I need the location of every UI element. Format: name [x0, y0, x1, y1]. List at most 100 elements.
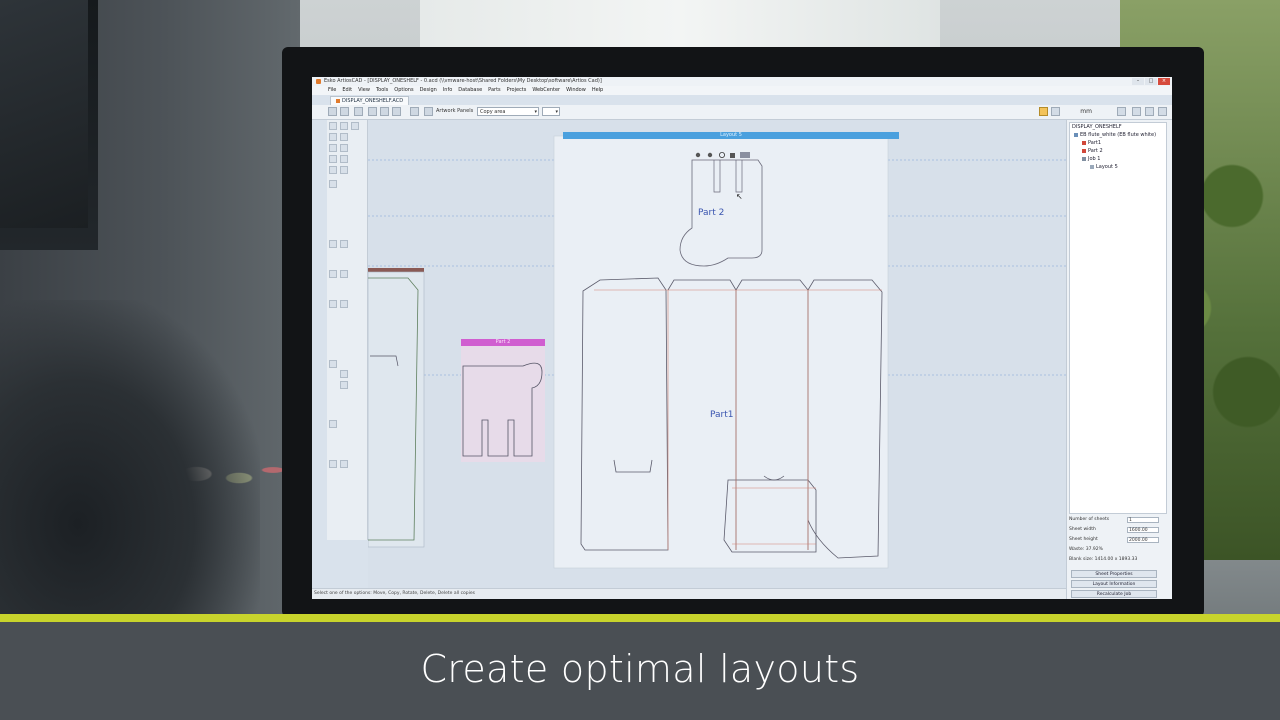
maximize-button[interactable]: □ [1145, 78, 1157, 85]
menu-options[interactable]: Options [394, 86, 413, 95]
corner-tool-icon[interactable] [340, 300, 348, 308]
tree-root-label: DISPLAY_ONESHELF [1072, 124, 1122, 130]
handle-icon[interactable] [707, 152, 713, 158]
tree-part2[interactable]: Part 2 [1082, 148, 1103, 154]
select-tool-icon[interactable] [329, 122, 337, 130]
layout-sheet-header: Layout 5 [720, 132, 742, 138]
menu-tools[interactable]: Tools [376, 86, 388, 95]
part2-preview-header: Part 2 [495, 339, 511, 345]
tree-job[interactable]: Job 1 [1082, 156, 1100, 162]
toolbar: Artwork Panels Copy area mm [312, 105, 1172, 120]
trim-tool-icon[interactable] [340, 270, 348, 278]
zoom-in-tool-icon[interactable] [329, 133, 337, 141]
blank-size-row: Blank size: 1414.00 x 1893.33 [1069, 556, 1169, 564]
document-tab[interactable]: DISPLAY_ONESHELF.ACD [330, 96, 410, 105]
sheet-properties-button[interactable]: Sheet Properties [1071, 570, 1157, 578]
tree-layout[interactable]: Layout 5 [1090, 164, 1118, 170]
menu-database[interactable]: Database [458, 86, 482, 95]
part-icon [1082, 148, 1086, 153]
caption-bar: Create optimal layouts [0, 622, 1280, 720]
save-icon[interactable] [354, 107, 363, 116]
arc-tool-icon[interactable] [340, 240, 348, 248]
board-icon [1074, 132, 1078, 137]
copy-count-select[interactable] [542, 107, 560, 116]
rotate-tool-icon[interactable] [329, 155, 337, 163]
snap-icon[interactable] [392, 107, 401, 116]
fit-tool-icon[interactable] [329, 166, 337, 174]
sheet-height-field[interactable]: 2000.00 [1127, 537, 1159, 543]
menu-help[interactable]: Help [592, 86, 603, 95]
tree-part1[interactable]: Part1 [1082, 140, 1101, 146]
mirror-tool-icon[interactable] [340, 155, 348, 163]
close-button[interactable]: × [1158, 78, 1170, 85]
ruler-icon[interactable] [1051, 107, 1060, 116]
left-part-header [368, 268, 424, 272]
window-controls: – □ × [1132, 78, 1170, 85]
layout-information-button[interactable]: Layout Information [1071, 580, 1157, 588]
handle-icon[interactable] [695, 152, 701, 158]
menu-view[interactable]: View [358, 86, 370, 95]
handle-icon[interactable] [730, 153, 735, 158]
wall-tv [0, 0, 98, 250]
job-icon [1082, 156, 1086, 161]
pan-tool-icon[interactable] [329, 144, 337, 152]
copy-tool-icon[interactable] [329, 460, 337, 468]
tool-group-icon[interactable] [410, 107, 419, 116]
redo-icon[interactable] [380, 107, 389, 116]
layout-sheet [553, 135, 889, 569]
pencil-icon[interactable] [1039, 107, 1048, 116]
minimize-button[interactable]: – [1132, 78, 1144, 85]
corner-marker-tool-icon[interactable] [329, 360, 337, 368]
menu-design[interactable]: Design [420, 86, 437, 95]
right-panel: DISPLAY_ONESHELF EB flute_white (EB flut… [1066, 120, 1172, 599]
menu-bar: File Edit View Tools Options Design Info… [312, 86, 1172, 95]
menu-edit[interactable]: Edit [342, 86, 352, 95]
move-tool-icon[interactable] [340, 144, 348, 152]
layout-tool-icon[interactable] [329, 180, 337, 188]
stretch-tool-icon[interactable] [329, 300, 337, 308]
blank-size-value: Blank size: 1414.00 x 1893.33 [1069, 557, 1138, 562]
menu-window[interactable]: Window [566, 86, 586, 95]
layer-tool-icon[interactable] [340, 370, 348, 378]
menu-projects[interactable]: Projects [507, 86, 527, 95]
info-tool-icon[interactable] [340, 381, 348, 389]
zoom-out-tool-icon[interactable] [340, 133, 348, 141]
tool-palette [327, 120, 368, 540]
handle-icon[interactable] [740, 152, 750, 158]
zoom-icon[interactable] [1117, 107, 1126, 116]
properties-view-icon[interactable] [1132, 107, 1141, 116]
offset-tool-icon[interactable] [329, 270, 337, 278]
artwork-panels-label[interactable]: Artwork Panels [436, 107, 473, 116]
document-tab-label: DISPLAY_ONESHELF.ACD [342, 98, 404, 104]
line-tool-icon[interactable] [329, 240, 337, 248]
menu-parts[interactable]: Parts [488, 86, 500, 95]
artwork-panels-icon[interactable] [424, 107, 433, 116]
menu-info[interactable]: Info [443, 86, 452, 95]
waste-value: Waste: 37.92% [1069, 547, 1103, 552]
application-screen: Esko ArtiosCAD - [DISPLAY_ONESHELF - 0.a… [312, 77, 1172, 599]
drawing-canvas[interactable]: Layout 5 Part 2 Part 2 Part1 ↖ [368, 120, 1066, 588]
measure-tool-icon[interactable] [340, 166, 348, 174]
recalculate-job-button[interactable]: Recalculate Job [1071, 590, 1157, 598]
foreground-shadow [0, 300, 260, 620]
text-tool-icon[interactable] [351, 122, 359, 130]
caption-text: Create optimal layouts [420, 647, 860, 691]
grid-view-icon[interactable] [1145, 107, 1154, 116]
menu-webcenter[interactable]: WebCenter [532, 86, 560, 95]
tree-board[interactable]: EB flute_white (EB flute white) [1074, 132, 1156, 138]
copy-area-select[interactable]: Copy area [477, 107, 539, 116]
number-of-sheets-field[interactable]: 1 [1127, 517, 1159, 523]
number-of-sheets-row: Number of sheets 1 [1069, 516, 1169, 524]
new-icon[interactable] [328, 107, 337, 116]
tree-root[interactable]: DISPLAY_ONESHELF [1072, 124, 1122, 130]
print-icon[interactable] [340, 107, 349, 116]
menu-file[interactable]: File [328, 86, 336, 95]
delete-tool-icon[interactable] [340, 460, 348, 468]
pointer-tool-icon[interactable] [340, 122, 348, 130]
panel-toggle-icon[interactable] [1158, 107, 1167, 116]
left-part-sheet [368, 271, 425, 548]
mouse-cursor-icon: ↖ [736, 192, 743, 201]
nudge-tool-icon[interactable] [329, 420, 337, 428]
sheet-width-field[interactable]: 1600.00 [1127, 527, 1159, 533]
undo-icon[interactable] [368, 107, 377, 116]
